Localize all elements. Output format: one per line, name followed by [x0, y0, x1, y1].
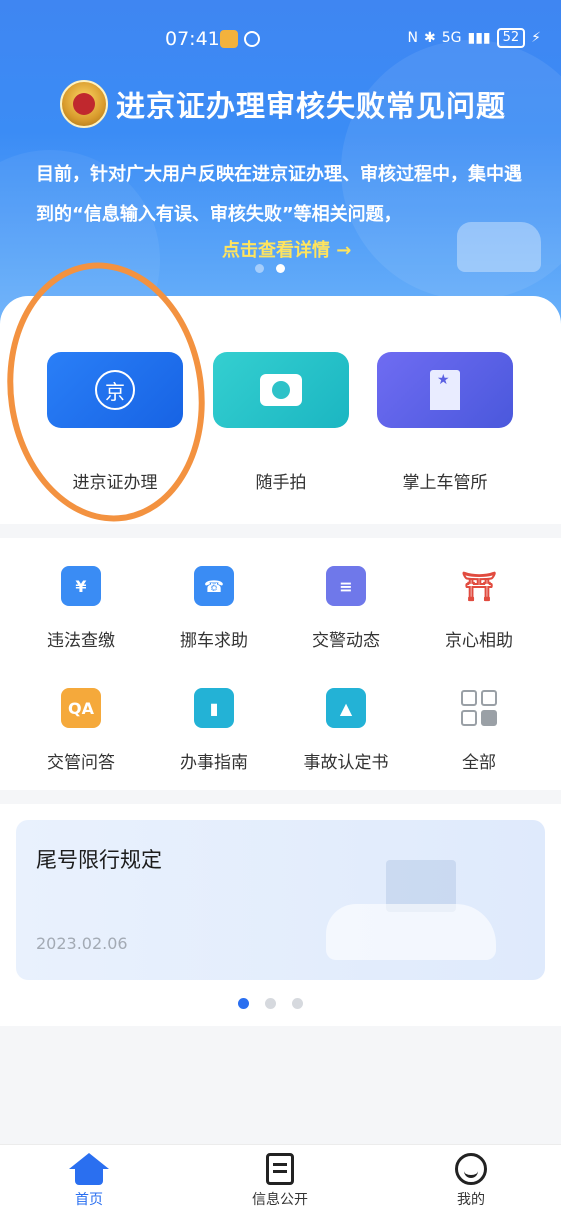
- accident-report-icon: ▲: [326, 688, 366, 728]
- service-item-guide[interactable]: ▮ 办事指南: [149, 688, 279, 773]
- snapshot-button[interactable]: [213, 352, 349, 428]
- pagination-dot: [255, 264, 264, 273]
- vehicle-office-label[interactable]: 掌上车管所: [377, 468, 513, 493]
- news-section: 尾号限行规定 2023.02.06: [0, 804, 561, 1026]
- service-label: 事故认定书: [303, 753, 389, 773]
- pagination-dot-active: [276, 264, 285, 273]
- tab-me[interactable]: 我的: [416, 1153, 526, 1209]
- tiananmen-icon: ⛩: [461, 569, 497, 603]
- notification-icon: [244, 31, 260, 47]
- service-item-accident[interactable]: ▲ 事故认定书: [281, 688, 411, 773]
- car-illustration: [326, 904, 496, 960]
- home-icon: [69, 1153, 109, 1185]
- weibo-icon: [220, 30, 238, 48]
- service-label: 交警动态: [312, 631, 380, 651]
- news-card[interactable]: 尾号限行规定 2023.02.06: [16, 820, 545, 980]
- pagination-dot: [292, 998, 303, 1009]
- charging-icon: ⚡: [531, 30, 541, 46]
- banner-pagination: [255, 264, 285, 273]
- police-emblem-icon: [60, 80, 108, 128]
- service-item-news[interactable]: ≡ 交警动态: [281, 566, 411, 651]
- nfc-icon: N: [407, 30, 418, 46]
- service-item-qa[interactable]: QA 交管问答: [16, 688, 146, 773]
- car-phone-icon: ☎: [194, 566, 234, 606]
- qa-icon: QA: [61, 688, 101, 728]
- service-item-help[interactable]: ⛩ 京心相助: [414, 566, 544, 652]
- bluetooth-icon: ✱: [423, 30, 436, 46]
- banner-detail-link[interactable]: 点击查看详情 →: [222, 236, 351, 262]
- network-label: 5G: [441, 30, 462, 46]
- tab-info-public[interactable]: 信息公开: [225, 1153, 335, 1209]
- tab-label: 我的: [457, 1192, 485, 1208]
- service-item-fines[interactable]: ¥ 违法查缴: [16, 566, 146, 651]
- status-bar: 07:41 N ✱ 5G ▮▮▮ 52 ⚡: [0, 28, 561, 54]
- document-icon: [266, 1153, 294, 1185]
- tab-label: 信息公开: [252, 1192, 308, 1208]
- service-label: 京心相助: [445, 631, 513, 651]
- signal-icon: ▮▮▮: [467, 30, 491, 46]
- bottom-tab-bar: 首页 信息公开 我的: [0, 1144, 561, 1215]
- smiley-icon: [455, 1153, 487, 1185]
- service-item-all[interactable]: 全部: [414, 688, 544, 773]
- battery-level: 52: [496, 28, 526, 48]
- snapshot-label[interactable]: 随手拍: [213, 468, 349, 493]
- news-icon: ≡: [326, 566, 366, 606]
- service-label: 违法查缴: [47, 631, 115, 651]
- services-grid: ¥ 违法查缴 ☎ 挪车求助 ≡ 交警动态 ⛩ 京心相助 QA 交管问答 ▮ 办事…: [0, 538, 561, 790]
- camera-icon: [260, 374, 302, 406]
- pagination-dot-active: [238, 998, 249, 1009]
- banner-title: 进京证办理审核失败常见问题: [116, 89, 507, 123]
- car-illustration: [457, 222, 541, 272]
- tab-home[interactable]: 首页: [34, 1153, 144, 1209]
- news-title: 尾号限行规定: [36, 848, 162, 872]
- fine-payment-icon: ¥: [61, 566, 101, 606]
- service-label: 全部: [462, 753, 496, 773]
- service-label: 交管问答: [47, 753, 115, 773]
- bookmark-icon: ▮: [194, 688, 234, 728]
- all-grid-icon: [459, 688, 499, 728]
- status-right: N ✱ 5G ▮▮▮ 52 ⚡: [407, 28, 541, 48]
- service-label: 挪车求助: [180, 631, 248, 651]
- service-label: 办事指南: [180, 753, 248, 773]
- banner-description: 目前，针对广大用户反映在进京证办理、审核过程中，集中遇到的“信息输入有误、审核失…: [36, 164, 522, 225]
- building-icon: [430, 370, 460, 410]
- banner-title-row: 进京证办理审核失败常见问题: [60, 80, 506, 128]
- news-date: 2023.02.06: [36, 934, 128, 953]
- news-pagination: [238, 998, 303, 1009]
- status-time: 07:41: [165, 28, 220, 50]
- pagination-dot: [265, 998, 276, 1009]
- tab-label: 首页: [75, 1192, 103, 1208]
- service-item-move-car[interactable]: ☎ 挪车求助: [149, 566, 279, 651]
- vehicle-office-button[interactable]: [377, 352, 513, 428]
